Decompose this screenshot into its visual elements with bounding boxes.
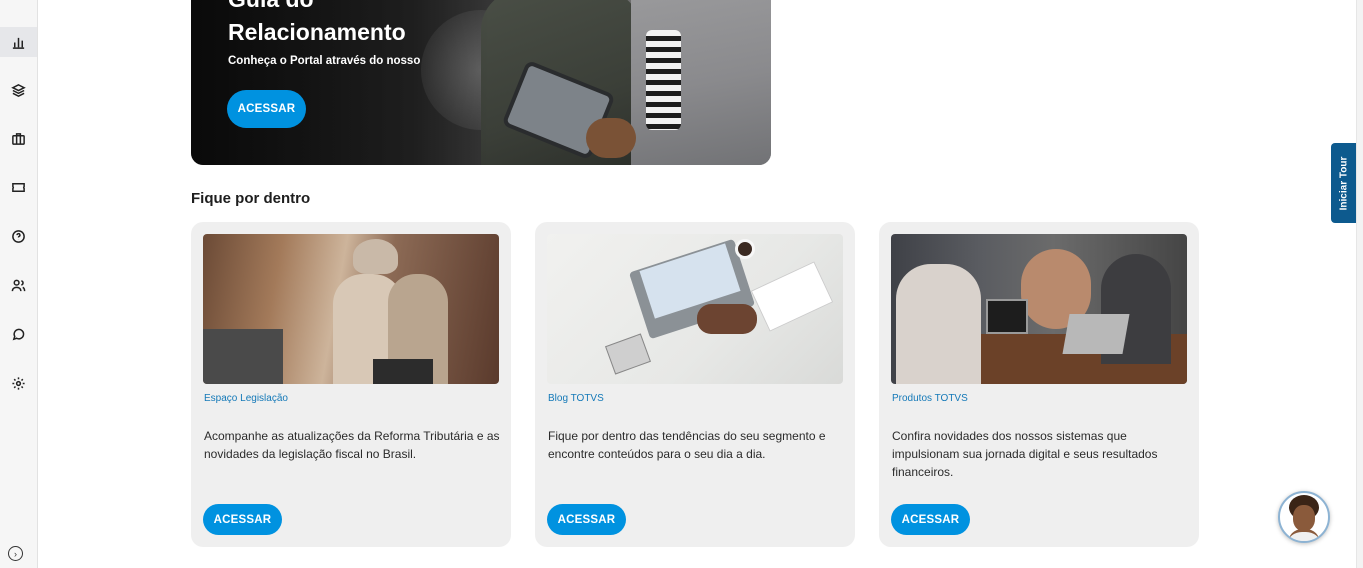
hero-photo-stripes xyxy=(646,30,681,130)
hero-subtitle: Conheça o Portal através do nosso xyxy=(228,55,421,67)
hero-photo-hand xyxy=(586,118,636,158)
card-description: Confira novidades dos nossos sistemas qu… xyxy=(892,429,1158,479)
section-title: Fique por dentro xyxy=(191,190,311,207)
help-circle-icon xyxy=(12,229,25,243)
users-icon xyxy=(11,279,26,291)
photo-notebook xyxy=(750,261,834,332)
hero-banner: Guia do Relacionamento Conheça o Portal … xyxy=(191,0,771,165)
photo-sofa xyxy=(203,329,283,384)
hero-title-line1: Guia do xyxy=(228,0,406,16)
bar-chart-icon xyxy=(12,37,25,49)
settings-icon xyxy=(12,376,25,390)
page-scrollbar[interactable] xyxy=(1356,0,1363,568)
card-image xyxy=(891,234,1187,384)
card-access-button[interactable]: ACESSAR xyxy=(547,504,626,535)
photo-person-1 xyxy=(896,264,981,384)
sidebar-item-chat[interactable] xyxy=(0,319,37,349)
photo-hand xyxy=(697,304,757,334)
sidebar-item-briefcase[interactable] xyxy=(0,123,37,153)
avatar-face xyxy=(1293,505,1315,531)
card-produtos: Produtos TOTVS Confira novidades dos nos… xyxy=(879,222,1199,547)
sidebar-item-layers[interactable] xyxy=(0,75,37,105)
card-category-link[interactable]: Blog TOTVS xyxy=(548,393,604,404)
avatar-body xyxy=(1288,529,1320,541)
chat-icon xyxy=(12,328,25,340)
hero-title-line2: Relacionamento xyxy=(228,19,406,45)
chevron-right-circle-icon: › xyxy=(14,548,17,559)
card-category-link[interactable]: Espaço Legislação xyxy=(204,393,288,404)
photo-laptop-1 xyxy=(986,299,1028,334)
ticket-icon xyxy=(12,182,25,192)
card-image xyxy=(203,234,499,384)
assistant-avatar-button[interactable] xyxy=(1278,491,1330,543)
sidebar-item-tickets[interactable] xyxy=(0,172,37,202)
hero-access-button[interactable]: ACESSAR xyxy=(227,90,306,128)
photo-mug xyxy=(735,239,755,259)
main-content: Guia do Relacionamento Conheça o Portal … xyxy=(38,0,1356,568)
card-legislacao: Espaço Legislação Acompanhe as atualizaç… xyxy=(191,222,511,547)
sidebar-item-dashboard[interactable] xyxy=(0,27,37,57)
card-blog: Blog TOTVS Fique por dentro das tendênci… xyxy=(535,222,855,547)
photo-hat xyxy=(353,239,398,274)
photo-laptop xyxy=(373,359,433,384)
start-tour-label: Iniciar Tour xyxy=(1338,156,1349,210)
layers-icon xyxy=(11,83,26,97)
sidebar-item-settings[interactable] xyxy=(0,368,37,398)
photo-calculator xyxy=(605,333,651,375)
start-tour-button[interactable]: Iniciar Tour xyxy=(1331,143,1356,223)
card-access-button[interactable]: ACESSAR xyxy=(891,504,970,535)
photo-laptop-2 xyxy=(1062,314,1130,354)
card-image xyxy=(547,234,843,384)
sidebar: › xyxy=(0,0,38,568)
hero-title: Guia do Relacionamento xyxy=(228,0,406,49)
expand-sidebar-button[interactable]: › xyxy=(8,546,23,561)
sidebar-item-users[interactable] xyxy=(0,270,37,300)
card-description: Fique por dentro das tendências do seu s… xyxy=(548,429,826,461)
sidebar-item-help[interactable] xyxy=(0,221,37,251)
card-category-link[interactable]: Produtos TOTVS xyxy=(892,393,968,404)
briefcase-icon xyxy=(12,132,25,145)
card-description: Acompanhe as atualizações da Reforma Tri… xyxy=(204,429,500,461)
card-access-button[interactable]: ACESSAR xyxy=(203,504,282,535)
